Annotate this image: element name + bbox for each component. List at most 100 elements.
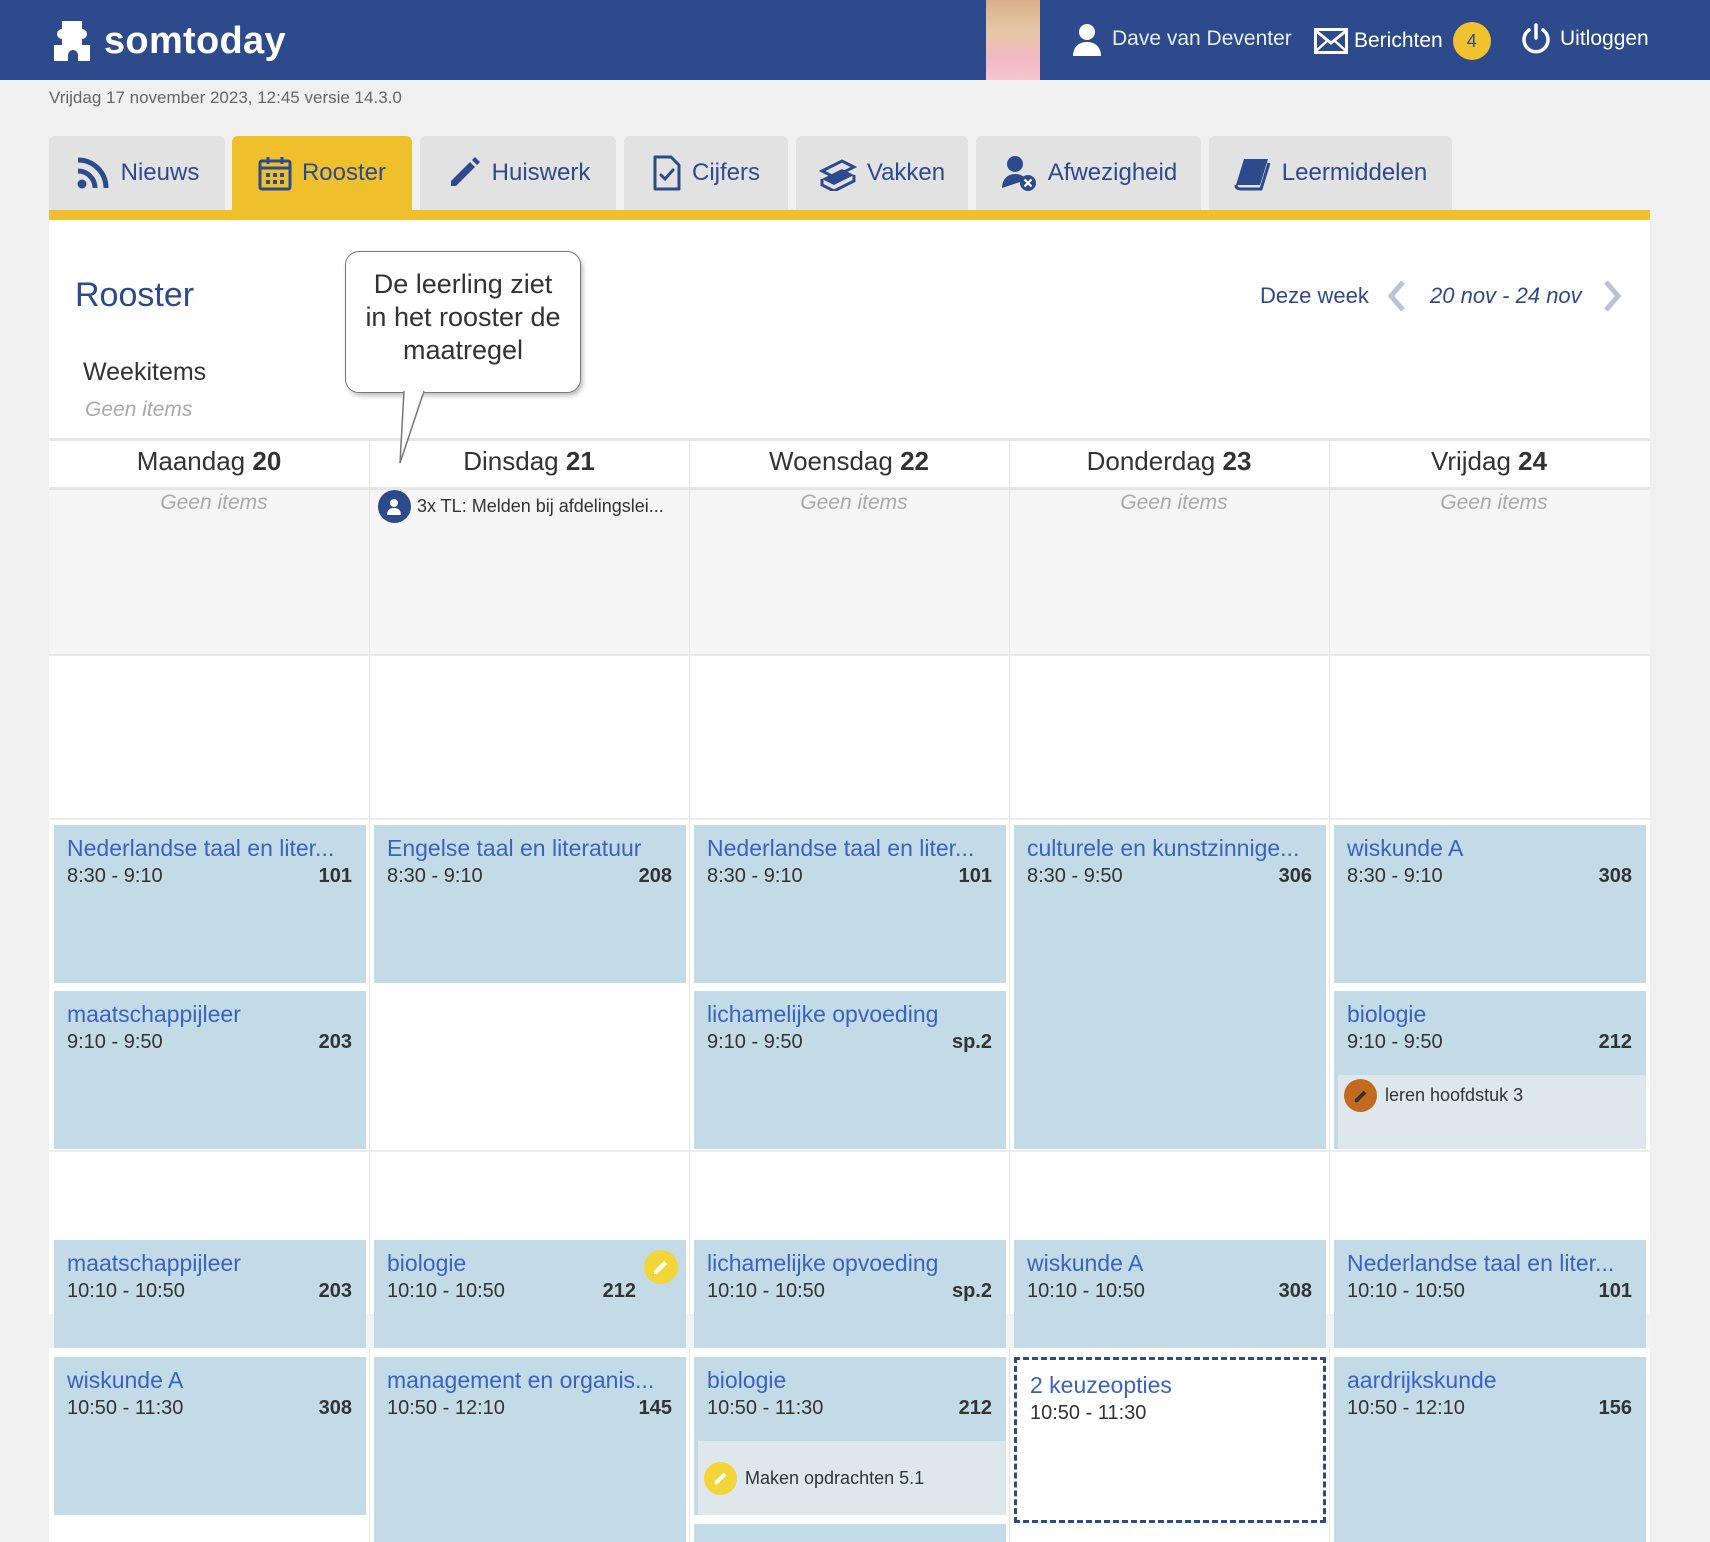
maatregel-text: 3x TL: Melden bij afdelingslei... <box>417 496 664 516</box>
lesson-time: 8:30 - 9:10 <box>707 865 803 887</box>
lesson-subject: biologie <box>387 1250 467 1276</box>
day-header-monday: Maandag 20 <box>136 446 282 476</box>
lesson-subject: maatschappijleer <box>67 1250 241 1276</box>
lesson-card[interactable]: wiskunde A 10:50 - 11:30 308 <box>54 1357 366 1515</box>
lesson-card[interactable]: maatschappijleer 10:10 - 10:50 203 <box>54 1240 366 1348</box>
lesson-time: 10:10 - 10:50 <box>387 1280 505 1302</box>
puzzle-logo-icon <box>54 21 90 61</box>
lesson-room: 212 <box>1598 1031 1632 1053</box>
lesson-subject: lichamelijke opvoeding <box>707 1250 939 1276</box>
homework-item[interactable]: Maken opdrachten 5.1 <box>698 1441 1006 1515</box>
lesson-room: 101 <box>958 865 992 887</box>
lesson-card[interactable] <box>694 1524 1006 1542</box>
lesson-room: 212 <box>602 1280 636 1302</box>
lesson-subject: lichamelijke opvoeding <box>707 1001 939 1027</box>
lesson-card[interactable]: wiskunde A 10:10 - 10:50 308 <box>1014 1240 1326 1348</box>
maatregel-item[interactable]: 3x TL: Melden bij afdelingslei... <box>378 490 664 523</box>
lesson-subject: biologie <box>1347 1001 1427 1027</box>
messages-count-badge: 4 <box>1452 22 1491 60</box>
app-name: somtoday <box>104 19 286 62</box>
lesson-time: 10:10 - 10:50 <box>1347 1280 1465 1302</box>
homework-text: Maken opdrachten 5.1 <box>745 1467 925 1488</box>
user-badge-icon <box>378 490 411 523</box>
lesson-room: 101 <box>318 865 352 887</box>
books-icon <box>818 159 857 191</box>
date-version: Vrijdag 17 november 2023, 12:45 versie 1… <box>49 88 402 107</box>
day-items-empty: Geen items <box>800 491 908 514</box>
lesson-time: 10:50 - 11:30 <box>707 1397 824 1419</box>
tab-label: Nieuws <box>120 159 200 186</box>
lesson-subject: wiskunde A <box>1027 1250 1144 1276</box>
lesson-time: 10:10 - 10:50 <box>1027 1280 1145 1302</box>
envelope-icon <box>1314 28 1348 54</box>
lesson-subject: aardrijkskunde <box>1347 1367 1497 1393</box>
this-week-link[interactable]: Deze week <box>1260 283 1369 309</box>
lesson-card[interactable]: biologie 10:10 - 10:50 212 <box>374 1240 686 1348</box>
lesson-time: 9:10 - 9:50 <box>707 1031 803 1053</box>
tab-cijfers[interactable]: Cijfers <box>624 136 788 210</box>
hour-line <box>49 818 1650 820</box>
weekitems-empty: Geen items <box>85 398 193 421</box>
lesson-card[interactable]: biologie 9:10 - 9:50 212 leren hoofdstuk… <box>1334 991 1646 1149</box>
column-divider <box>689 438 690 1542</box>
tab-leermiddelen[interactable]: Leermiddelen <box>1209 136 1452 210</box>
lesson-room: 308 <box>1598 865 1632 887</box>
somtoday-logo[interactable]: somtoday <box>48 18 286 64</box>
logout-label: Uitloggen <box>1560 27 1649 50</box>
lesson-time: 10:50 - 11:30 <box>1030 1402 1147 1424</box>
lesson-card[interactable]: Engelse taal en literatuur 8:30 - 9:10 2… <box>374 825 686 983</box>
homework-pencil-icon[interactable] <box>644 1250 678 1284</box>
lesson-time: 10:50 - 12:10 <box>387 1397 505 1419</box>
top-bar: somtoday Dave van Deventer Berichten 4 U… <box>0 0 1710 80</box>
weekitems-heading: Weekitems <box>83 358 207 386</box>
lesson-card[interactable]: lichamelijke opvoeding 10:10 - 10:50 sp.… <box>694 1240 1006 1348</box>
homework-item[interactable]: leren hoofdstuk 3 <box>1338 1075 1646 1149</box>
lesson-card[interactable]: culturele en kunstzinnige... 8:30 - 9:50… <box>1014 825 1326 1149</box>
chevron-right-icon[interactable] <box>1600 278 1624 314</box>
chevron-left-icon[interactable] <box>1385 278 1409 314</box>
tab-label: Vakken <box>866 159 946 186</box>
lesson-subject: maatschappijleer <box>67 1001 241 1027</box>
lesson-card[interactable]: biologie 10:50 - 11:30 212 Maken opdrach… <box>694 1357 1006 1515</box>
calendar-icon <box>258 157 292 191</box>
lesson-time: 8:30 - 9:10 <box>1347 865 1443 887</box>
lesson-card[interactable]: aardrijkskunde 10:50 - 12:10 156 <box>1334 1357 1646 1542</box>
lesson-time: 10:10 - 10:50 <box>67 1280 185 1302</box>
tab-vakken[interactable]: Vakken <box>796 136 968 210</box>
lesson-card[interactable]: Nederlandse taal en liter... 10:10 - 10:… <box>1334 1240 1646 1348</box>
lesson-subject: Engelse taal en literatuur <box>387 835 642 861</box>
logout-button[interactable]: Uitloggen <box>1520 22 1649 56</box>
lesson-card[interactable]: maatschappijleer 9:10 - 9:50 203 <box>54 991 366 1149</box>
tab-nieuws[interactable]: Nieuws <box>49 136 225 210</box>
hour-line <box>49 1150 1650 1152</box>
callout-line: maatregel <box>402 335 524 365</box>
pencil-icon <box>1344 1079 1377 1112</box>
day-header-wednesday: Woensdag 22 <box>769 446 929 476</box>
day-items-empty: Geen items <box>1120 491 1228 514</box>
choice-card[interactable]: 2 keuzeopties 10:50 - 11:30 <box>1014 1357 1326 1523</box>
tab-huiswerk[interactable]: Huiswerk <box>420 136 616 210</box>
power-icon <box>1522 23 1550 54</box>
lesson-card[interactable]: management en organis... 10:50 - 12:10 1… <box>374 1357 686 1542</box>
lesson-card[interactable]: lichamelijke opvoeding 9:10 - 9:50 sp.2 <box>694 991 1006 1149</box>
callout-line: De leerling ziet <box>373 269 553 299</box>
messages-link[interactable]: Berichten 4 <box>1314 22 1491 60</box>
column-divider <box>1329 438 1330 1542</box>
lesson-card[interactable]: Nederlandse taal en liter... 8:30 - 9:10… <box>54 825 366 983</box>
lesson-room: sp.2 <box>951 1031 992 1053</box>
lesson-time: 8:30 - 9:10 <box>387 865 483 887</box>
lesson-room: 308 <box>1278 1280 1312 1302</box>
lesson-subject: wiskunde A <box>67 1367 184 1393</box>
avatar[interactable] <box>986 0 1040 80</box>
lesson-card[interactable]: wiskunde A 8:30 - 9:10 308 <box>1334 825 1646 983</box>
day-items-empty: Geen items <box>1440 491 1548 514</box>
tab-afwezigheid[interactable]: Afwezigheid <box>976 136 1201 210</box>
lesson-room: 101 <box>1598 1280 1632 1302</box>
tab-label: Rooster <box>301 159 387 186</box>
tab-underline <box>49 210 1650 220</box>
tab-rooster[interactable]: Rooster <box>232 136 412 210</box>
user-menu[interactable]: Dave van Deventer <box>1072 22 1292 56</box>
user-name: Dave van Deventer <box>1112 27 1292 50</box>
choice-title: 2 keuzeopties <box>1030 1372 1172 1398</box>
lesson-card[interactable]: Nederlandse taal en liter... 8:30 - 9:10… <box>694 825 1006 983</box>
